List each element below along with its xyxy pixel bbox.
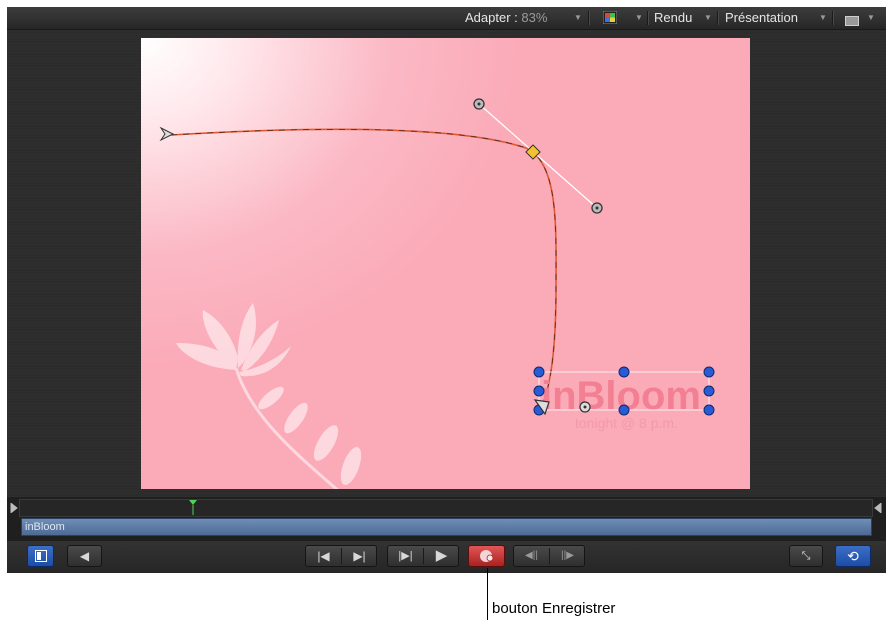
view-chevron-down-icon[interactable]: ▼ <box>819 7 827 29</box>
toolbar-divider <box>832 11 834 25</box>
timeline-panel-icon <box>28 546 53 566</box>
record-icon <box>469 546 504 566</box>
record-button-callout: bouton Enregistrer <box>492 600 616 617</box>
play-range-out-icon[interactable] <box>874 501 882 514</box>
full-screen-button[interactable]: ⤡ <box>789 545 823 567</box>
next-keyframe-icon[interactable]: ||▶ <box>550 546 585 566</box>
flower-graphic <box>176 303 362 489</box>
layout-chevron-down-icon[interactable]: ▼ <box>867 7 875 29</box>
audio-mute-button[interactable]: ◀ <box>67 545 102 567</box>
viewer-area: inBloom tonight @ 8 p.m. <box>7 30 886 497</box>
timeline-track[interactable]: inBloom <box>21 518 872 536</box>
previous-keyframe-icon[interactable]: ◀|| <box>514 546 549 566</box>
view-menu[interactable]: Présentation <box>725 7 798 29</box>
toolbar-divider <box>647 11 649 25</box>
canvas-subtitle-text: tonight @ 8 p.m. <box>575 415 678 431</box>
go-to-start-icon[interactable]: |◀ <box>306 546 341 566</box>
keyframe-nav-button-group: ◀|| ||▶ <box>513 545 585 567</box>
play-icon[interactable]: ▶ <box>424 546 459 566</box>
track-label: inBloom <box>25 521 65 533</box>
render-menu[interactable]: Rendu <box>654 7 692 29</box>
render-chevron-down-icon[interactable]: ▼ <box>704 7 712 29</box>
zoom-chevron-down-icon[interactable]: ▼ <box>574 7 582 29</box>
loop-playback-button[interactable]: ⟲ <box>835 545 871 567</box>
transport-bar: ◀ |◀ ▶| |▶| ▶ ◀|| ||▶ ⤡ ⟲ <box>7 541 886 573</box>
playhead-icon[interactable] <box>188 499 198 515</box>
canvas[interactable]: inBloom tonight @ 8 p.m. <box>141 38 750 489</box>
channels-chevron-down-icon[interactable]: ▼ <box>635 7 643 29</box>
toolbar-divider <box>588 11 590 25</box>
expand-icon: ⤡ <box>801 550 811 562</box>
go-to-end-icon[interactable]: ▶| <box>342 546 377 566</box>
record-button[interactable] <box>468 545 505 567</box>
play-range-in-icon[interactable] <box>10 501 18 514</box>
mini-timeline: inBloom <box>7 497 886 541</box>
fit-label: Adapter : <box>465 10 518 25</box>
play-button-group: |▶| ▶ <box>387 545 459 567</box>
color-channels-icon[interactable] <box>602 10 618 25</box>
viewer-toolbar: Adapter : 83% ▼ ▼ Rendu ▼ Présentation ▼… <box>7 7 886 30</box>
callout-line <box>487 568 488 620</box>
canvas-window: Adapter : 83% ▼ ▼ Rendu ▼ Présentation ▼… <box>7 7 886 573</box>
bezier-handle-line <box>478 103 598 209</box>
show-timeline-button[interactable] <box>27 545 54 567</box>
fit-zoom-popup[interactable]: Adapter : 83% <box>465 7 547 29</box>
step-frame-icon[interactable]: |▶| <box>388 546 423 566</box>
timeline-ruler[interactable] <box>19 499 873 517</box>
speaker-icon: ◀ <box>79 549 90 563</box>
path-start-icon[interactable] <box>159 126 175 142</box>
start-end-button-group: |◀ ▶| <box>305 545 377 567</box>
layout-icon[interactable] <box>845 13 859 26</box>
zoom-value: 83% <box>521 10 548 25</box>
toolbar-divider <box>717 11 719 25</box>
loop-icon: ⟲ <box>847 548 859 564</box>
